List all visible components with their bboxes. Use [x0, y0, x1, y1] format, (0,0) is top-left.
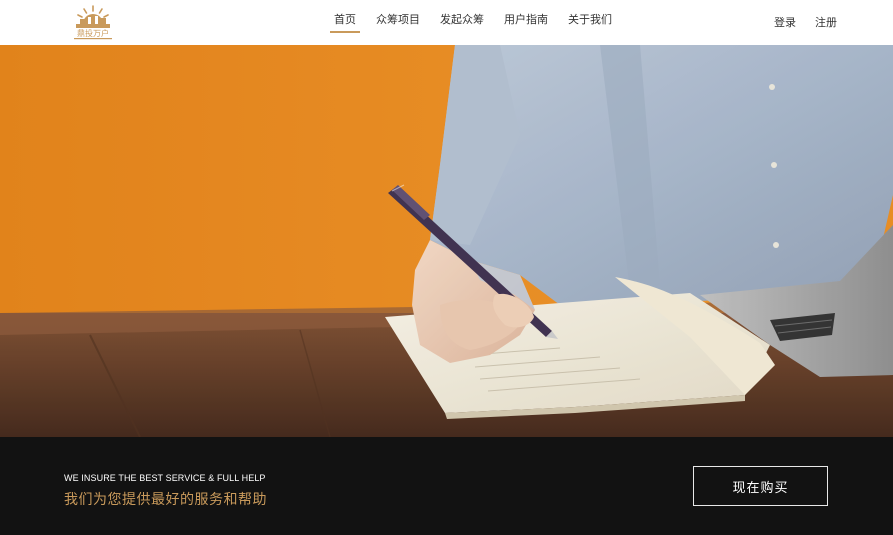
login-link[interactable]: 登录 — [774, 3, 796, 43]
main-nav: 首页 众筹项目 发起众筹 用户指南 关于我们 — [326, 0, 624, 45]
logo-wordmark: 鼎投万户 — [77, 28, 109, 38]
nav-item-user-guide[interactable]: 用户指南 — [496, 0, 556, 45]
sun-city-logo-icon: 鼎投万户 — [74, 5, 112, 40]
tagline-english: WE INSURE THE BEST SERVICE & FULL HELP — [64, 473, 266, 483]
nav-item-projects[interactable]: 众筹项目 — [368, 0, 428, 45]
nav-item-home[interactable]: 首页 — [326, 0, 364, 45]
hero-image-writing-notebook — [0, 45, 893, 437]
auth-links: 登录 注册 — [755, 0, 837, 45]
site-logo[interactable]: 鼎投万户 — [71, 4, 115, 41]
nav-item-start-crowdfunding[interactable]: 发起众筹 — [432, 0, 492, 45]
hero-banner — [0, 45, 893, 437]
nav-item-about-us[interactable]: 关于我们 — [560, 0, 620, 45]
register-link[interactable]: 注册 — [815, 3, 837, 43]
tagline-chinese: 我们为您提供最好的服务和帮助 — [64, 492, 267, 508]
site-header: 鼎投万户 首页 众筹项目 发起众筹 用户指南 关于我们 登录 注册 — [0, 0, 893, 45]
buy-now-button[interactable]: 现在购买 — [693, 466, 828, 506]
